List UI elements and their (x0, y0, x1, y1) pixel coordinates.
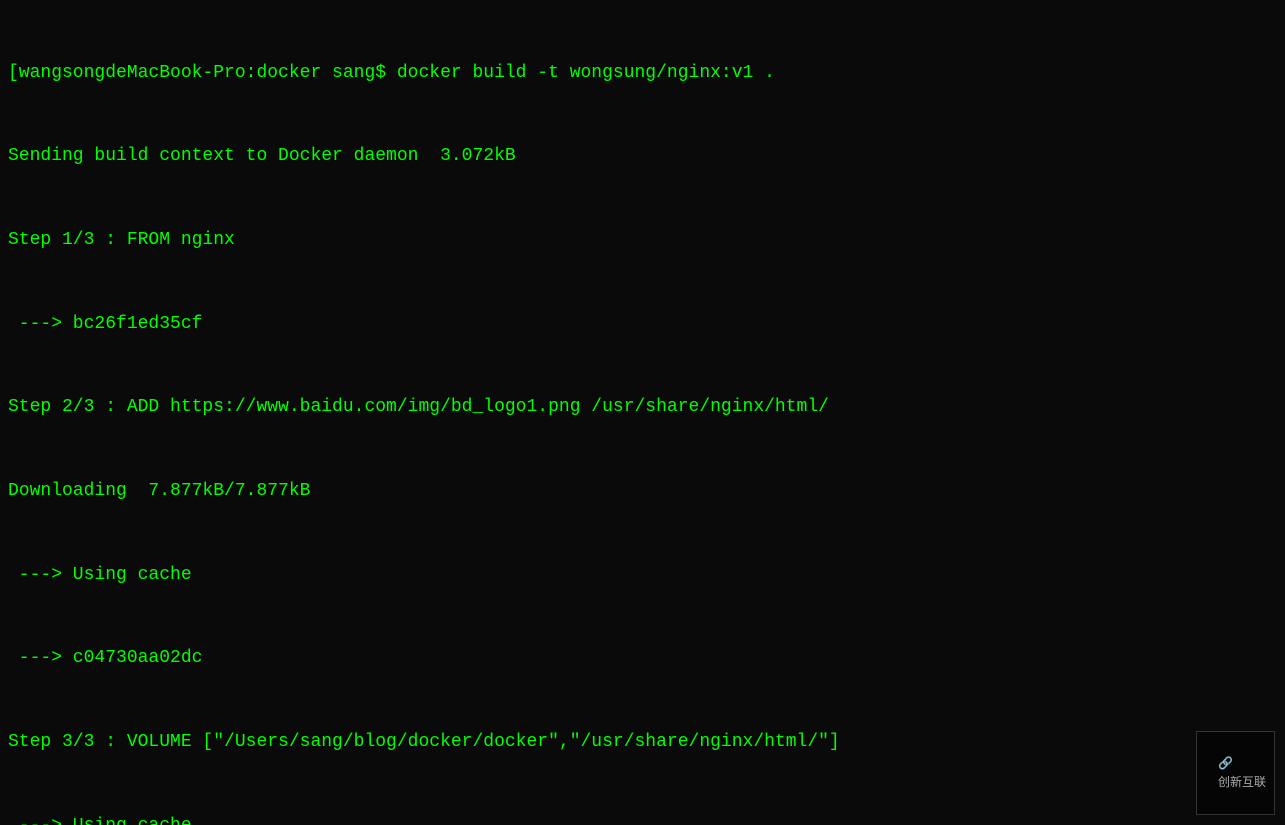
terminal-line-5: Step 2/3 : ADD https://www.baidu.com/img… (8, 394, 1277, 422)
terminal-line-8: ---> c04730aa02dc (8, 645, 1277, 673)
terminal-line-7: ---> Using cache (8, 562, 1277, 590)
terminal-line-3: Step 1/3 : FROM nginx (8, 227, 1277, 255)
terminal-line-1: [wangsongdeMacBook-Pro:docker sang$ dock… (8, 60, 1277, 88)
terminal-window: [wangsongdeMacBook-Pro:docker sang$ dock… (0, 0, 1285, 825)
watermark-label: 🔗 创新互联 (1196, 731, 1275, 815)
terminal-line-10: ---> Using cache (8, 813, 1277, 825)
terminal-line-4: ---> bc26f1ed35cf (8, 311, 1277, 339)
terminal-line-9: Step 3/3 : VOLUME ["/Users/sang/blog/doc… (8, 729, 1277, 757)
watermark-text: 创新互联 (1218, 775, 1266, 789)
terminal-line-6: Downloading 7.877kB/7.877kB (8, 478, 1277, 506)
watermark-icon: 🔗 (1218, 756, 1233, 770)
terminal-line-2: Sending build context to Docker daemon 3… (8, 143, 1277, 171)
